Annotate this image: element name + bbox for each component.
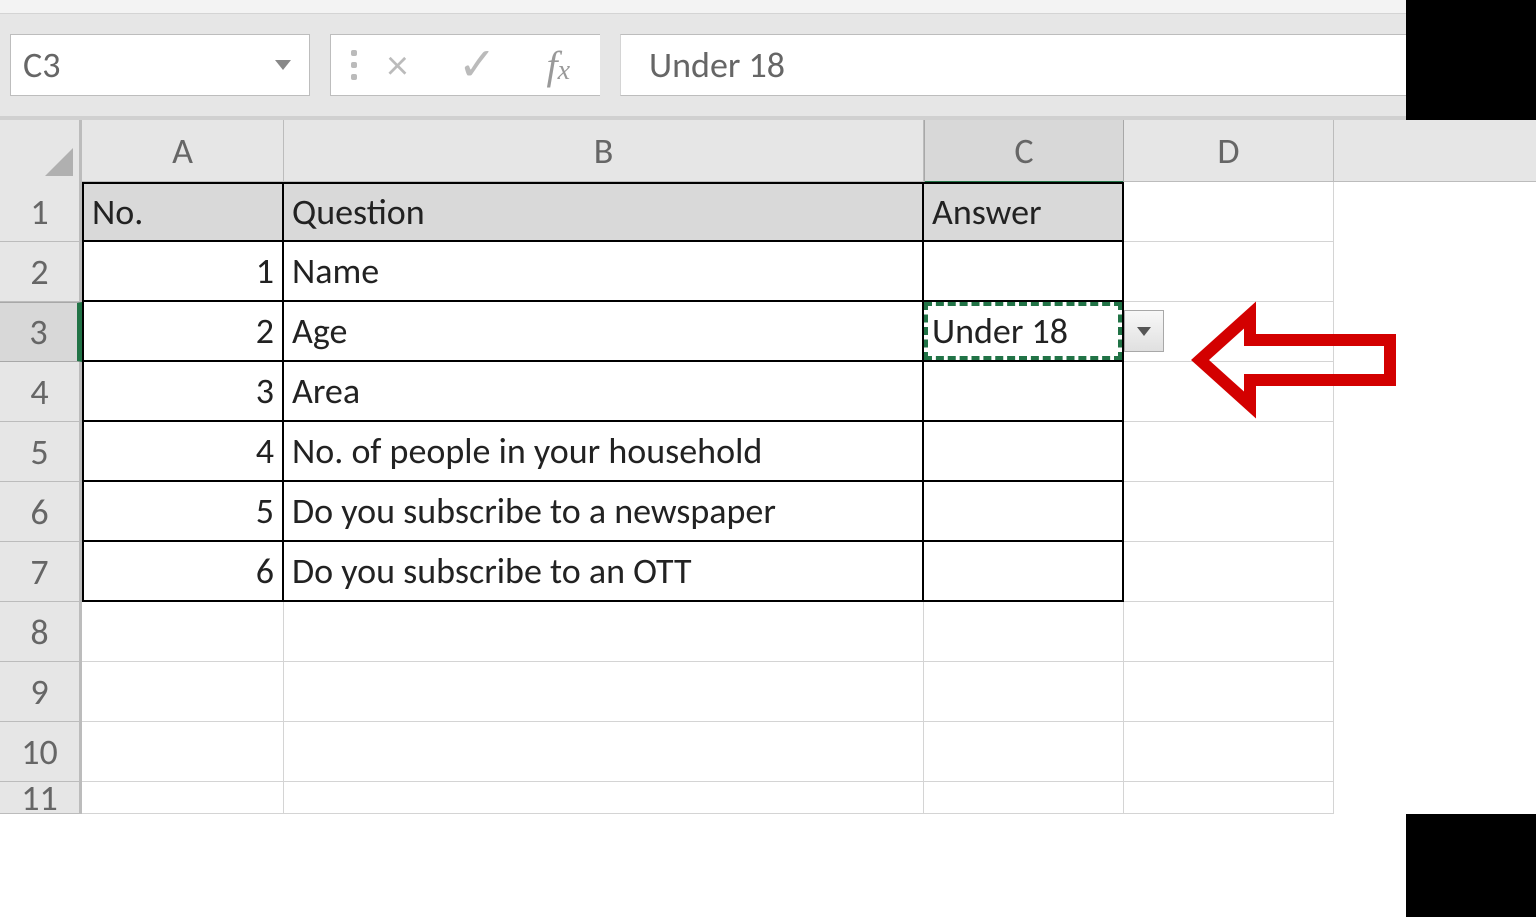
cell-B7[interactable]: Do you subscribe to an OTT bbox=[284, 542, 924, 602]
ribbon-edge bbox=[0, 0, 1536, 14]
cell-B5[interactable]: No. of people in your household bbox=[284, 422, 924, 482]
cell-D11[interactable] bbox=[1124, 782, 1334, 814]
row-header[interactable]: 5 bbox=[0, 422, 82, 482]
cell-D7[interactable] bbox=[1124, 542, 1334, 602]
cell-A3[interactable]: 2 bbox=[82, 302, 284, 362]
cell-A5[interactable]: 4 bbox=[82, 422, 284, 482]
cell-A10[interactable] bbox=[82, 722, 284, 782]
formula-value: Under 18 bbox=[649, 43, 785, 87]
col-header-C[interactable]: C bbox=[924, 120, 1124, 185]
cell-A1[interactable]: No. bbox=[82, 182, 284, 242]
grid-row: 7 6 Do you subscribe to an OTT bbox=[0, 542, 1536, 602]
cell-B8[interactable] bbox=[284, 602, 924, 662]
cell-B2[interactable]: Name bbox=[284, 242, 924, 302]
cell-A7[interactable]: 6 bbox=[82, 542, 284, 602]
cell-A2[interactable]: 1 bbox=[82, 242, 284, 302]
cell-B1[interactable]: Question bbox=[284, 182, 924, 242]
cell-B11[interactable] bbox=[284, 782, 924, 814]
grid-row: 1 No. Question Answer bbox=[0, 182, 1536, 242]
cell-D8[interactable] bbox=[1124, 602, 1334, 662]
cell-C4[interactable] bbox=[924, 362, 1124, 422]
cell-C2[interactable] bbox=[924, 242, 1124, 302]
cell-D2[interactable] bbox=[1124, 242, 1334, 302]
cell-C9[interactable] bbox=[924, 662, 1124, 722]
grid-row: 8 bbox=[0, 602, 1536, 662]
row-header[interactable]: 1 bbox=[0, 182, 82, 242]
col-header-B[interactable]: B bbox=[284, 120, 924, 181]
cell-D9[interactable] bbox=[1124, 662, 1334, 722]
cell-B6[interactable]: Do you subscribe to a newspaper bbox=[284, 482, 924, 542]
cell-A9[interactable] bbox=[82, 662, 284, 722]
formula-bar: C3 × ✓ fx Under 18 bbox=[0, 14, 1536, 120]
formula-input[interactable]: Under 18 bbox=[620, 34, 1526, 96]
cancel-icon[interactable]: × bbox=[387, 40, 408, 91]
cell-B3[interactable]: Age bbox=[284, 302, 924, 362]
cell-C1[interactable]: Answer bbox=[924, 182, 1124, 242]
grid-row: 11 bbox=[0, 782, 1536, 814]
expand-handle-icon[interactable] bbox=[351, 50, 357, 80]
cell-C7[interactable] bbox=[924, 542, 1124, 602]
cell-B4[interactable]: Area bbox=[284, 362, 924, 422]
name-box[interactable]: C3 bbox=[10, 34, 310, 96]
column-headers-row: A B C D bbox=[0, 120, 1536, 182]
grid-row: 5 4 No. of people in your household bbox=[0, 422, 1536, 482]
cell-D6[interactable] bbox=[1124, 482, 1334, 542]
cell-D10[interactable] bbox=[1124, 722, 1334, 782]
cell-B9[interactable] bbox=[284, 662, 924, 722]
grid-row: 9 bbox=[0, 662, 1536, 722]
row-header[interactable]: 9 bbox=[0, 662, 82, 722]
cell-A6[interactable]: 5 bbox=[82, 482, 284, 542]
name-box-value: C3 bbox=[23, 43, 60, 87]
cell-D1[interactable] bbox=[1124, 182, 1334, 242]
cell-A4[interactable]: 3 bbox=[82, 362, 284, 422]
col-header-A[interactable]: A bbox=[82, 120, 284, 181]
cell-A8[interactable] bbox=[82, 602, 284, 662]
row-header[interactable]: 6 bbox=[0, 482, 82, 542]
cell-C8[interactable] bbox=[924, 602, 1124, 662]
spreadsheet-grid[interactable]: A B C D 1 No. Question Answer 2 1 Name 3… bbox=[0, 120, 1536, 814]
select-all-button[interactable] bbox=[0, 120, 82, 182]
chevron-down-icon[interactable] bbox=[275, 60, 291, 70]
col-header-D[interactable]: D bbox=[1124, 120, 1334, 181]
data-validation-dropdown-button[interactable] bbox=[1124, 310, 1164, 352]
row-header[interactable]: 11 bbox=[0, 782, 82, 814]
arrow-annotation-icon bbox=[1190, 300, 1400, 420]
fx-icon[interactable]: fx bbox=[546, 42, 570, 89]
grid-row: 10 bbox=[0, 722, 1536, 782]
cell-C5[interactable] bbox=[924, 422, 1124, 482]
cell-value: Under 18 bbox=[932, 309, 1068, 353]
grid-row: 6 5 Do you subscribe to a newspaper bbox=[0, 482, 1536, 542]
row-header[interactable]: 10 bbox=[0, 722, 82, 782]
row-header[interactable]: 2 bbox=[0, 242, 82, 302]
cell-C10[interactable] bbox=[924, 722, 1124, 782]
cell-B10[interactable] bbox=[284, 722, 924, 782]
row-header[interactable]: 7 bbox=[0, 542, 82, 602]
cell-C6[interactable] bbox=[924, 482, 1124, 542]
row-header[interactable]: 8 bbox=[0, 602, 82, 662]
confirm-icon[interactable]: ✓ bbox=[458, 37, 497, 93]
row-header[interactable]: 3 bbox=[0, 302, 82, 362]
formula-controls: × ✓ fx bbox=[330, 34, 600, 96]
cell-D5[interactable] bbox=[1124, 422, 1334, 482]
cell-C11[interactable] bbox=[924, 782, 1124, 814]
grid-row: 2 1 Name bbox=[0, 242, 1536, 302]
cell-C3[interactable]: Under 18 bbox=[924, 302, 1124, 362]
row-header[interactable]: 4 bbox=[0, 362, 82, 422]
cell-A11[interactable] bbox=[82, 782, 284, 814]
